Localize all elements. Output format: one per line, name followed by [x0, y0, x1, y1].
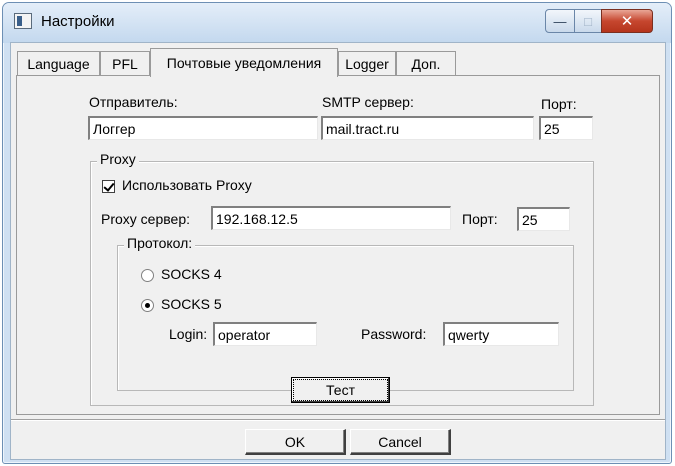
proxy-group-label: Proxy — [97, 151, 139, 167]
sender-label: Отправитель: — [89, 94, 178, 110]
login-input[interactable] — [213, 322, 317, 346]
password-label: Password: — [361, 326, 427, 342]
app-window-icon — [14, 13, 32, 29]
smtp-port-label: Порт: — [541, 96, 577, 112]
tab-label: Доп. — [411, 56, 441, 72]
tab-email-notifications[interactable]: Почтовые уведомления — [150, 48, 338, 77]
maximize-icon: □ — [584, 13, 592, 29]
proxy-server-input[interactable] — [211, 206, 451, 230]
email-notifications-page: Отправитель: SMTP сервер: Порт: Proxy Ис… — [16, 75, 660, 415]
tab-label: Language — [27, 56, 90, 72]
tab-label: PFL — [112, 56, 138, 72]
tab-logger[interactable]: Logger — [338, 51, 396, 76]
login-label: Login: — [169, 326, 208, 342]
use-proxy-label[interactable]: Использовать Proxy — [122, 177, 252, 193]
use-proxy-checkbox[interactable] — [102, 180, 115, 193]
settings-window: Настройки — □ ✕ Language PFL Почтовые ув… — [2, 2, 672, 464]
close-button[interactable]: ✕ — [601, 9, 653, 33]
proxy-port-input[interactable] — [517, 207, 570, 231]
tab-pfl[interactable]: PFL — [100, 51, 150, 76]
tab-language[interactable]: Language — [17, 51, 100, 76]
test-button-label: Тест — [293, 379, 388, 401]
close-icon: ✕ — [620, 13, 634, 30]
proxy-server-label: Proxy сервер: — [101, 211, 190, 227]
window-title: Настройки — [41, 13, 115, 30]
footer-separator — [11, 419, 665, 421]
ok-button-label: OK — [284, 433, 306, 450]
socks4-radio[interactable] — [141, 269, 154, 282]
tab-label: Logger — [345, 56, 389, 72]
sender-input[interactable] — [88, 116, 318, 140]
smtp-port-input[interactable] — [539, 116, 593, 140]
smtp-server-label: SMTP сервер: — [322, 94, 414, 110]
password-input[interactable] — [443, 322, 559, 346]
tab-label: Почтовые уведомления — [166, 55, 322, 71]
socks5-radio[interactable] — [141, 299, 154, 312]
minimize-button[interactable]: — — [545, 9, 575, 33]
tab-extra[interactable]: Доп. — [396, 51, 456, 76]
socks4-label[interactable]: SOCKS 4 — [161, 266, 222, 282]
proxy-port-label: Порт: — [462, 211, 498, 227]
socks5-label[interactable]: SOCKS 5 — [161, 296, 222, 312]
test-button[interactable]: Тест — [291, 377, 390, 403]
ok-button[interactable]: OK — [245, 429, 346, 455]
title-bar[interactable]: Настройки — □ ✕ — [3, 3, 671, 43]
maximize-button[interactable]: □ — [574, 9, 602, 33]
cancel-button-label: Cancel — [378, 433, 422, 450]
cancel-button[interactable]: Cancel — [350, 429, 451, 455]
smtp-server-input[interactable] — [321, 116, 534, 140]
dialog-client-area: Language PFL Почтовые уведомления Logger… — [10, 42, 666, 460]
minimize-icon: — — [553, 13, 567, 29]
protocol-group-label: Протокол: — [124, 235, 196, 251]
